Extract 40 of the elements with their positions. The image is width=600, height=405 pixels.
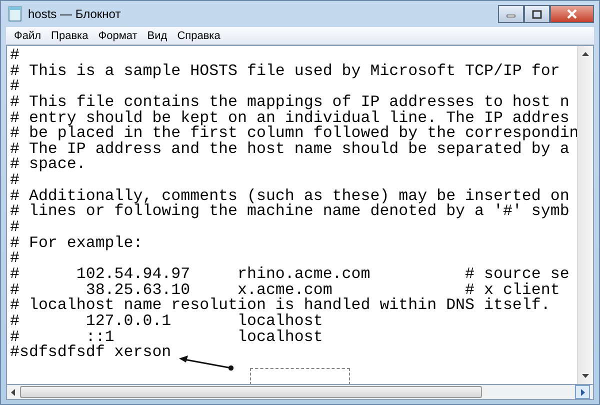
text-line: # be placed in the first column followed by the correspondin [10,126,577,142]
scroll-left-icon[interactable] [10,388,16,396]
scroll-down-icon[interactable] [581,373,590,379]
text-line: # 38.25.63.10 x.acme.com # x client [10,282,560,298]
menu-item[interactable]: Правка [46,30,94,42]
text-line: # [10,173,20,189]
close-icon [566,9,578,19]
minimize-button[interactable] [498,5,524,23]
text-line: # localhost name resolution is handled within DNS itself. [10,298,550,314]
text-line: # The IP address and the host name should be separated by a [10,142,570,158]
text-line: # [10,79,20,95]
maximize-button[interactable] [524,5,550,23]
text-line: # 102.54.94.97 rhino.acme.com # source se [10,266,570,283]
menu-item[interactable]: Вид [142,30,172,42]
text-line: # 127.0.0.1 localhost [10,314,323,330]
scroll-right-icon [580,388,586,396]
text-line: #sdfsdfsdf xerson [10,345,172,361]
text-line: # entry should be kept on an individual line. The IP addres [10,110,570,126]
menu-item[interactable]: Справка [172,30,226,42]
text-line: # lines or following the machine name denoted by a '#' symb [10,204,570,220]
text-line: # This is a sample HOSTS file used by Microsoft TCP/IP for [10,64,560,80]
scrollbar-thumb[interactable] [20,386,482,398]
text-line: # For example: [10,236,143,252]
text-line: # ::1 localhost [10,330,323,346]
scroll-right-button[interactable] [575,385,590,399]
maximize-icon [532,10,542,18]
text-line: # [10,220,20,236]
text-line: # [10,48,20,64]
menu-item[interactable]: Формат [93,30,142,42]
vertical-scrollbar[interactable] [577,46,593,384]
text-line: # This file contains the mappings of IP addresses to host n [10,94,570,111]
horizontal-scrollbar[interactable] [6,385,594,400]
scroll-up-icon[interactable] [581,51,590,57]
close-button[interactable] [550,5,594,23]
text-line: # space. [10,157,86,174]
text-line: # [10,251,20,267]
menu-item[interactable]: Файл [9,30,46,42]
notepad-icon [8,6,22,22]
text-line: # Additionally, comments (such as these) may be inserted on [10,188,570,204]
window-title: hosts — Блокнот [28,7,121,21]
